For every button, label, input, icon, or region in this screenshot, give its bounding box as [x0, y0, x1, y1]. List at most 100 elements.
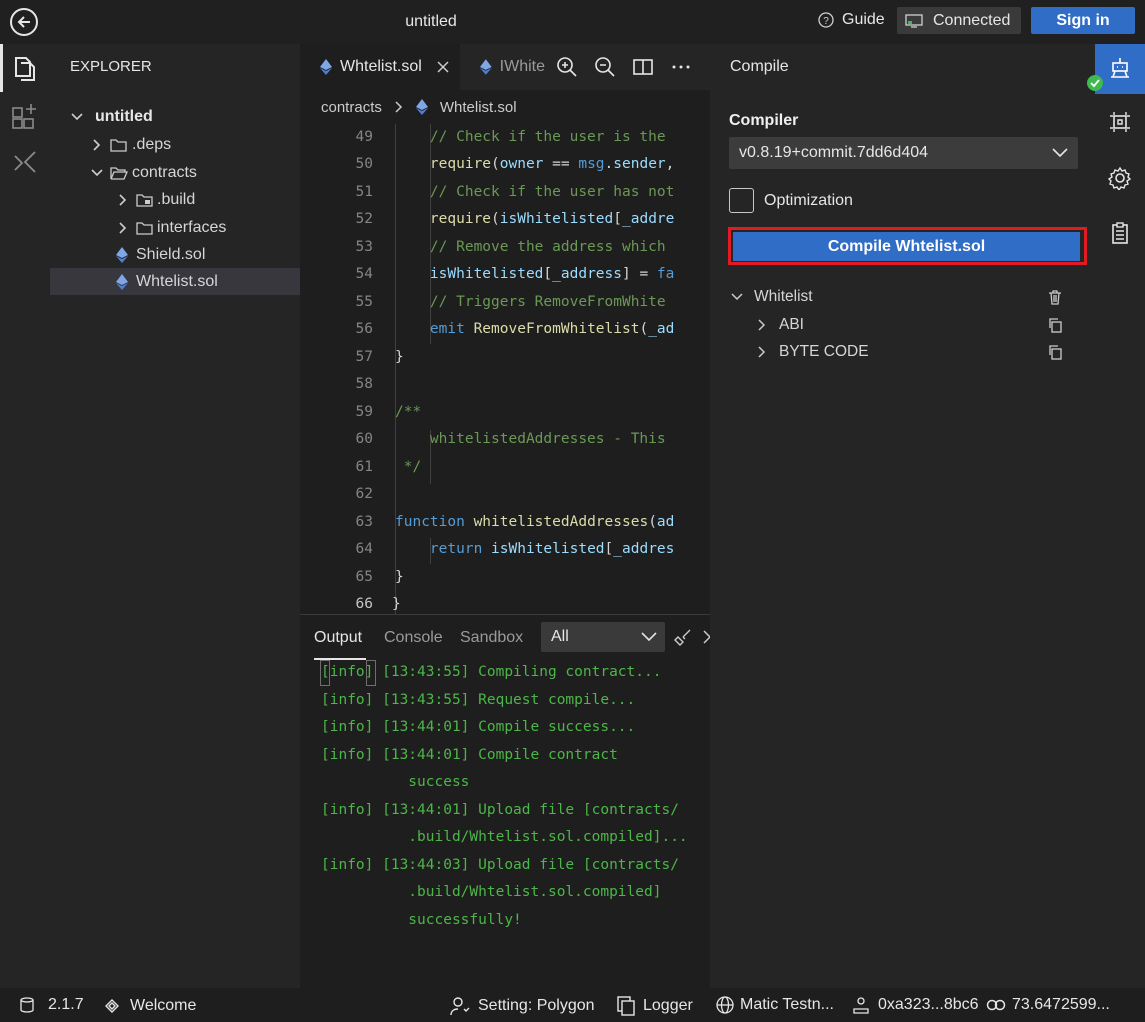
tab-sandbox[interactable]: Sandbox [460, 629, 523, 647]
compiler-version-select[interactable]: v0.8.19+commit.7dd6d404 [729, 137, 1078, 169]
welcome-icon [105, 999, 119, 1013]
chevron-right-icon[interactable] [702, 629, 710, 645]
tree-item-label: Whtelist.sol [136, 272, 218, 290]
chevron-down-icon [91, 168, 103, 176]
ethereum-file-icon [116, 273, 128, 290]
folder-open-icon [110, 166, 128, 180]
filter-value: All [551, 628, 569, 645]
more-icon[interactable] [669, 55, 693, 79]
clipboard-icon[interactable] [1108, 221, 1132, 245]
close-icon[interactable] [436, 60, 450, 74]
output-filter-select[interactable]: All [541, 622, 665, 652]
tree-item-untitled[interactable]: untitled [50, 103, 300, 130]
monitor-icon [905, 13, 923, 28]
zoom-out-icon[interactable] [593, 55, 617, 79]
breadcrumb-file[interactable]: Whtelist.sol [440, 99, 517, 116]
status-account[interactable]: 0xa323...8bc6 [852, 996, 979, 1014]
sign-in-button[interactable]: Sign in [1031, 7, 1135, 34]
log-line: [info] [13:44:01] Compile success... [321, 719, 636, 735]
clear-output-icon[interactable] [674, 628, 692, 646]
network-label: Matic Testn... [740, 996, 834, 1013]
code-line: 54 isWhitelisted[_address] = fa [355, 266, 675, 282]
settings-gear-icon[interactable] [1108, 166, 1132, 190]
log-line: .build/Whtelist.sol.compiled] [321, 884, 662, 900]
bytecode-label: BYTE CODE [779, 343, 869, 360]
chevron-down-icon [641, 632, 657, 642]
tree-item-whtelist-sol[interactable]: Whtelist.sol [50, 268, 300, 295]
guide-button[interactable]: ? Guide [818, 11, 885, 29]
deploy-icon[interactable] [1108, 110, 1132, 134]
extensions-icon[interactable] [11, 102, 39, 130]
tab-iwhitelist[interactable]: IWhite [460, 44, 545, 90]
code-line: 53 // Remove the address which [355, 239, 666, 255]
tree-item-label: .deps [132, 135, 172, 153]
optimization-checkbox[interactable] [729, 188, 754, 213]
chevron-right-icon [119, 221, 127, 234]
robot-icon [1111, 58, 1129, 78]
active-indicator [0, 44, 3, 92]
ethereum-file-icon [320, 59, 332, 75]
code-line: 62 [355, 486, 373, 502]
status-logger[interactable]: Logger [617, 996, 693, 1016]
help-circle-icon: ? [818, 12, 834, 28]
ethereum-file-icon [116, 246, 128, 263]
tree-item-contracts[interactable]: contracts [50, 159, 300, 186]
status-setting[interactable]: Setting: Polygon [450, 996, 595, 1016]
contract-tree-item[interactable]: Whitelist [730, 288, 813, 306]
tree-item-deps[interactable]: .deps [50, 131, 300, 158]
files-icon[interactable] [11, 54, 39, 82]
breadcrumb-folder[interactable]: contracts [321, 99, 382, 116]
code-editor[interactable]: Whtelist.sol IWhite contracts Whtelist.s… [300, 44, 710, 614]
tree-item-build[interactable]: .build [50, 186, 300, 213]
setting-label: Setting: Polygon [478, 997, 595, 1014]
abi-tree-item[interactable]: ABI [755, 316, 804, 334]
chevron-down-icon [71, 112, 83, 120]
status-balance[interactable]: 73.6472599... [986, 996, 1110, 1014]
tree-item-label: interfaces [157, 218, 227, 236]
status-welcome[interactable]: Welcome [102, 996, 196, 1016]
compiler-label: Compiler [729, 112, 799, 129]
tree-item-label: contracts [132, 163, 197, 181]
optimization-label: Optimization [764, 192, 853, 209]
guide-label: Guide [842, 11, 885, 28]
zoom-in-icon[interactable] [555, 55, 579, 79]
globe-icon [716, 996, 734, 1014]
trash-icon[interactable] [1047, 289, 1063, 305]
log-line: [info] [13:44:01] Upload file [contracts… [321, 802, 679, 818]
tab-whtelist-sol[interactable]: Whtelist.sol [300, 44, 460, 90]
chevron-right-icon [93, 138, 101, 151]
ethereum-file-icon [415, 99, 428, 115]
code-line: 66} [355, 596, 401, 612]
contract-name: Whitelist [754, 288, 813, 305]
copy-icon[interactable] [1047, 317, 1063, 333]
status-network[interactable]: Matic Testn... [716, 996, 834, 1014]
chevron-right-icon [119, 193, 127, 206]
source-control-icon[interactable] [11, 148, 39, 176]
version-label: 2.1.7 [48, 996, 84, 1013]
chevron-down-icon [731, 293, 743, 301]
welcome-label: Welcome [130, 997, 197, 1014]
account-label: 0xa323...8bc6 [878, 996, 979, 1013]
chevron-down-icon [1052, 148, 1068, 158]
editor-tab-bar: Whtelist.sol IWhite [300, 44, 710, 90]
code-line: 60 whitelistedAddresses - This [355, 431, 666, 447]
tab-output[interactable]: Output [314, 629, 362, 647]
compile-button[interactable]: Compile Whtelist.sol [733, 232, 1080, 261]
activity-bar [0, 44, 50, 988]
copy-icon[interactable] [1047, 344, 1063, 360]
title-bar: untitled ? Guide Connected Sign in [0, 0, 1145, 44]
split-editor-icon[interactable] [631, 55, 655, 79]
tree-item-interfaces[interactable]: interfaces [50, 214, 300, 241]
svg-text:?: ? [823, 16, 829, 27]
tab-console[interactable]: Console [384, 629, 443, 647]
editor-toolbar [545, 44, 710, 90]
user-settings-icon [450, 997, 470, 1016]
bytecode-tree-item[interactable]: BYTE CODE [755, 343, 869, 361]
tab-label: IWhite [499, 58, 545, 75]
connection-status-button[interactable]: Connected [897, 7, 1021, 34]
folder-icon [110, 138, 127, 152]
tree-item-label: .build [157, 190, 196, 208]
tree-item-shield-sol[interactable]: Shield.sol [50, 241, 300, 268]
abi-label: ABI [779, 316, 804, 333]
status-version: 2.1.7 [20, 996, 84, 1014]
